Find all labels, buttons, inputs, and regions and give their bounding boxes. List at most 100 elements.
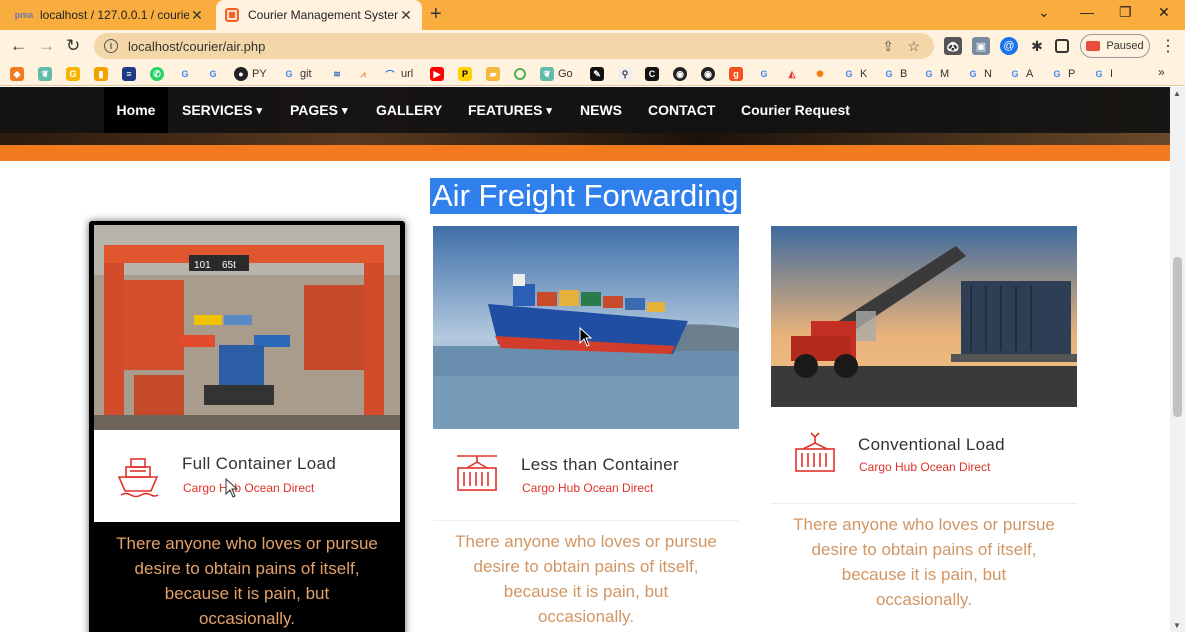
back-icon[interactable]: ← — [10, 36, 27, 56]
browser-tab[interactable]: pma localhost / 127.0.0.1 / courier / t … — [8, 0, 213, 30]
bookmark[interactable]: ▮ — [94, 66, 112, 82]
close-icon[interactable]: ✕ — [398, 7, 414, 24]
extensions-puzzle-icon[interactable]: ✱ — [1028, 37, 1046, 55]
google-icon: G — [209, 69, 217, 79]
share-icon[interactable]: ⇪ — [882, 38, 894, 55]
reload-icon[interactable]: ↻ — [66, 36, 80, 56]
minimize-icon[interactable]: — — [1080, 4, 1094, 20]
card-subtitle: Cargo Hub Ocean Direct — [859, 460, 991, 474]
nav-contact[interactable]: CONTACT — [635, 87, 728, 133]
p-icon: P — [458, 67, 472, 81]
scrollbar-thumb[interactable] — [1173, 257, 1182, 417]
nav-home[interactable]: Home — [104, 87, 168, 133]
bookmark-label: M — [940, 68, 950, 80]
service-card-full-container[interactable]: 101 65t Full Container Load Cargo Hub Oc… — [89, 221, 405, 632]
browser-menu-icon[interactable]: ⋮ — [1160, 36, 1176, 56]
bookmark[interactable]: ≋ — [330, 66, 348, 82]
window-close-icon[interactable]: ✕ — [1158, 4, 1170, 21]
google-icon: G — [1011, 69, 1019, 79]
new-tab-icon[interactable]: + — [430, 3, 442, 26]
bookmark-p[interactable]: GP — [1050, 66, 1075, 82]
page-scrollbar[interactable]: ▲ ▼ — [1170, 87, 1185, 632]
bookmark[interactable]: ❦ — [38, 66, 56, 82]
account-extension-icon[interactable]: @ — [1000, 37, 1018, 55]
bookmark-a[interactable]: GA — [1008, 66, 1033, 82]
browser-tabstrip: pma localhost / 127.0.0.1 / courier / t … — [0, 0, 1185, 30]
scroll-up-icon[interactable]: ▲ — [1173, 89, 1181, 98]
bookmark[interactable]: ◭ — [785, 66, 803, 82]
profile-avatar — [1086, 41, 1101, 51]
tab-title: localhost / 127.0.0.1 / courier / t — [40, 8, 189, 22]
bookmark[interactable]: G — [206, 66, 224, 82]
bookmark[interactable]: g — [729, 66, 747, 82]
bookmark-label: Go — [558, 68, 573, 80]
bookmark-star-icon[interactable]: ☆ — [907, 38, 920, 55]
bookmark-i[interactable]: GI — [1092, 66, 1113, 82]
bookmark[interactable]: ✺ — [813, 66, 831, 82]
bookmark-git[interactable]: Ggit — [282, 66, 311, 82]
image-extension-icon[interactable]: ▣ — [972, 37, 990, 55]
bookmark-label: B — [900, 68, 908, 80]
bookmark[interactable]: ◉ — [701, 66, 719, 82]
bookmark-go[interactable]: ❦ Go — [540, 66, 573, 82]
profile-button[interactable]: Paused — [1080, 34, 1150, 58]
tool-icon: ✎ — [590, 67, 604, 81]
more-bookmarks-icon[interactable]: » — [1158, 65, 1165, 79]
leaf-icon: ❦ — [38, 67, 52, 81]
bookmark[interactable]: G — [178, 66, 196, 82]
bookmark[interactable]: ⩘ — [356, 66, 374, 82]
bookmark[interactable]: ⚲ — [618, 66, 636, 82]
bookmark-k[interactable]: GK — [842, 66, 867, 82]
bookmark-py[interactable]: ● PY — [234, 66, 267, 82]
bookmark[interactable]: G — [757, 66, 775, 82]
restore-icon[interactable]: ❐ — [1119, 4, 1132, 21]
nav-pages[interactable]: PAGES ▾ — [277, 87, 361, 133]
address-bar[interactable]: i localhost/courier/air.php ☆ ⇪ — [94, 33, 934, 59]
bookmark[interactable] — [514, 66, 530, 82]
bookmark-url[interactable]: ⌒ url — [383, 66, 413, 82]
card-divider — [771, 503, 1077, 504]
main-nav: Home SERVICES ▾ PAGES ▾ GALLERY FEATURES ▾ … — [0, 87, 1170, 133]
bookmark[interactable]: C — [645, 66, 663, 82]
card-divider — [433, 520, 739, 521]
bookmark[interactable]: P — [458, 66, 476, 82]
bookmarks-bar: ◆ ❦ G ▮ ≡ ✆ G G ● PY Ggit ≋ ⩘ ⌒ url ▶ P ▰ … — [0, 62, 1185, 86]
chevron-down-icon: ▾ — [546, 104, 552, 117]
forward-icon[interactable]: → — [38, 36, 55, 56]
bookmark[interactable]: ▰ — [486, 66, 504, 82]
tab-search-icon[interactable]: ⌄ — [1038, 4, 1050, 21]
profile-status: Paused — [1106, 40, 1144, 52]
browser-tab-active[interactable]: Courier Management System ✕ — [216, 0, 422, 30]
bookmark-n[interactable]: GN — [966, 66, 992, 82]
sun-icon: ✺ — [816, 68, 824, 79]
nav-news[interactable]: NEWS — [567, 87, 635, 133]
panda-extension-icon[interactable]: 🐼 — [944, 37, 962, 55]
bookmark-m[interactable]: GM — [922, 66, 949, 82]
card-info: Full Container Load Cargo Hub Ocean Dire… — [94, 430, 400, 522]
bookmark[interactable]: ✆ — [150, 66, 168, 82]
bookmark[interactable]: ≡ — [122, 66, 140, 82]
bookmark-label: I — [1110, 68, 1114, 80]
bookmark-label: A — [1026, 68, 1034, 80]
close-icon[interactable]: ✕ — [189, 7, 205, 24]
bookmark-b[interactable]: GB — [882, 66, 907, 82]
browser-toolbar: ← → ↻ i localhost/courier/air.php ☆ ⇪ 🐼 … — [0, 30, 1185, 62]
bookmark[interactable]: G — [66, 66, 84, 82]
chart-icon: ⩘ — [360, 68, 366, 79]
bookmark[interactable]: ◆ — [10, 66, 28, 82]
nav-courier-request[interactable]: Courier Request — [728, 87, 863, 133]
bookmark[interactable]: ◉ — [673, 66, 691, 82]
bookmark-label: N — [984, 68, 992, 80]
link-icon: ⌒ — [385, 69, 395, 80]
scroll-down-icon[interactable]: ▼ — [1173, 621, 1181, 630]
site-info-icon[interactable]: i — [104, 39, 118, 53]
nav-features[interactable]: FEATURES ▾ — [455, 87, 565, 133]
nav-label: PAGES — [290, 102, 338, 118]
side-panel-icon[interactable] — [1055, 39, 1069, 53]
youtube-icon: ▶ — [430, 67, 444, 81]
nav-gallery[interactable]: GALLERY — [363, 87, 455, 133]
bookmark[interactable]: ✎ — [590, 66, 608, 82]
bookmark[interactable]: ▶ — [430, 66, 448, 82]
mouse-cursor-icon — [579, 327, 593, 347]
nav-services[interactable]: SERVICES ▾ — [169, 87, 275, 133]
